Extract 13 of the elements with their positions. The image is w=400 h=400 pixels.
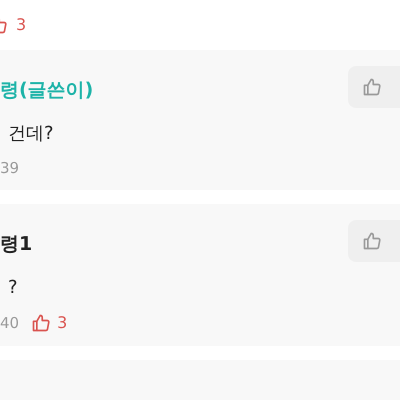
comment-author: 령(글쓴이) — [0, 78, 94, 103]
like-button[interactable] — [348, 66, 400, 108]
comment-text: ? — [7, 276, 19, 300]
thumbs-up-icon — [362, 230, 382, 251]
like-count: 3 — [57, 312, 68, 334]
like-button[interactable] — [348, 220, 400, 262]
thumbs-up-icon — [31, 312, 52, 333]
thumbs-up-icon — [362, 76, 382, 97]
comment-time: 39 — [0, 158, 20, 179]
comment-time: 40 — [0, 312, 20, 334]
comment-author: 령1 — [0, 232, 34, 257]
comment-text: 건데? — [7, 122, 55, 146]
like-count: 3 — [16, 14, 26, 36]
